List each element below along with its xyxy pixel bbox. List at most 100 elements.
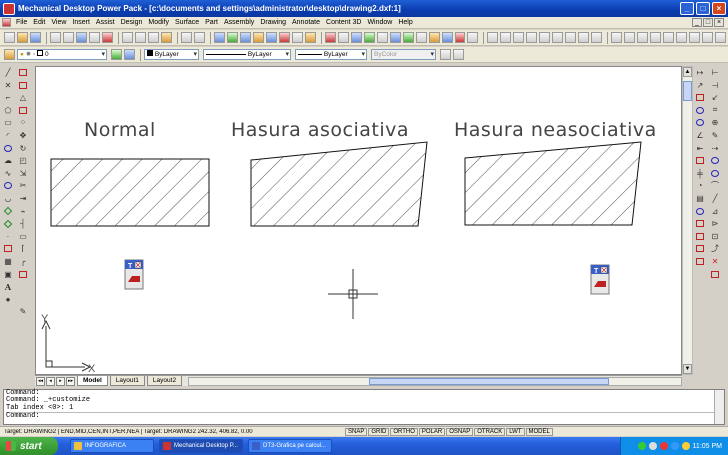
copy-icon[interactable] xyxy=(134,32,146,43)
insert-block-icon[interactable] xyxy=(2,206,14,217)
tab-model[interactable]: Model xyxy=(77,376,108,386)
dim-radius-icon[interactable] xyxy=(650,32,662,43)
snap-toggle[interactable]: SNAP xyxy=(345,427,368,436)
scroll-down-icon[interactable]: ▼ xyxy=(683,364,692,374)
quick-dim-icon[interactable]: ⇤ xyxy=(694,143,706,154)
tab-prev-button[interactable]: ◂ xyxy=(46,376,55,386)
zoom-extents-icon[interactable] xyxy=(591,32,603,43)
dim-baseline-tool-icon[interactable]: ⊢ xyxy=(709,67,721,78)
horizontal-scroll-thumb[interactable] xyxy=(369,377,610,385)
dim-aligned-icon[interactable] xyxy=(624,32,636,43)
grid-toggle[interactable]: GRID xyxy=(368,427,390,436)
lwt-toggle[interactable]: LWT xyxy=(506,427,525,436)
ellipse-icon[interactable] xyxy=(2,180,14,191)
make-block-icon[interactable] xyxy=(2,218,14,229)
linetype-dropdown[interactable]: ByLayer xyxy=(203,49,291,60)
task-dt3[interactable]: DT3-Grafica pe calcul... xyxy=(248,439,332,453)
menu-window[interactable]: Window xyxy=(364,19,395,26)
zoom-scale-icon[interactable] xyxy=(526,32,538,43)
menu-content-3d[interactable]: Content 3D xyxy=(323,19,364,26)
command-scrollbar[interactable] xyxy=(714,390,724,424)
menu-annotate[interactable]: Annotate xyxy=(289,19,323,26)
circle-tool-icon[interactable] xyxy=(709,155,721,166)
open-icon[interactable] xyxy=(16,32,28,43)
cross-icon[interactable]: ✕ xyxy=(709,256,721,267)
center-mark-icon[interactable]: ⊕ xyxy=(709,117,721,128)
signature-icon[interactable]: ✎ xyxy=(17,306,29,317)
join-icon[interactable]: ▭ xyxy=(17,231,29,242)
trim-icon[interactable]: ✂ xyxy=(17,180,29,191)
menu-assembly[interactable]: Assembly xyxy=(221,19,257,26)
hatch-icon[interactable] xyxy=(324,32,336,43)
erase-icon[interactable] xyxy=(17,67,29,78)
close-button[interactable]: × xyxy=(712,2,726,15)
mirror-icon[interactable]: △ xyxy=(17,92,29,103)
dim-aligned-tool-icon[interactable]: ↗ xyxy=(694,80,706,91)
menu-part[interactable]: Part xyxy=(202,19,221,26)
update-icon[interactable] xyxy=(681,442,690,450)
break-point-icon[interactable]: ⌁ xyxy=(17,206,29,217)
dim-ordinate-tool-icon[interactable] xyxy=(694,92,706,103)
hatch-tool-icon[interactable] xyxy=(2,243,14,254)
new-icon[interactable] xyxy=(4,32,15,43)
vertical-scrollbar[interactable]: ▲ ▼ xyxy=(682,66,693,375)
print-icon[interactable] xyxy=(49,32,61,43)
model-toggle[interactable]: MODEL xyxy=(525,427,553,436)
dim-baseline-icon[interactable] xyxy=(689,32,701,43)
markup-icon[interactable] xyxy=(291,32,303,43)
dim-linear-icon[interactable] xyxy=(611,32,623,43)
polygon-icon[interactable]: ⬠ xyxy=(2,105,14,116)
polar-toggle[interactable]: POLAR xyxy=(418,427,446,436)
dim-diameter-icon[interactable] xyxy=(663,32,675,43)
undo-icon[interactable] xyxy=(180,32,192,43)
doc-minimize-button[interactable]: _ xyxy=(692,18,702,27)
menu-edit[interactable]: Edit xyxy=(30,19,48,26)
menu-file[interactable]: File xyxy=(13,19,30,26)
zoom-realtime-icon[interactable] xyxy=(226,32,238,43)
explode-icon[interactable] xyxy=(17,269,29,280)
hatch-non-associative[interactable] xyxy=(464,141,642,226)
doc-icon[interactable] xyxy=(2,18,11,27)
menu-help[interactable]: Help xyxy=(395,19,415,26)
surface-icon[interactable]: ⌒ xyxy=(709,180,721,191)
menu-assist[interactable]: Assist xyxy=(93,19,118,26)
osnap-toggle[interactable]: OSNAP xyxy=(446,427,474,436)
antivirus-icon[interactable] xyxy=(659,442,668,450)
otrack-toggle[interactable]: OTRACK xyxy=(474,427,506,436)
tolerance-icon[interactable]: ⌗ xyxy=(709,105,721,116)
text-icon[interactable] xyxy=(350,32,362,43)
make-current-icon[interactable] xyxy=(111,49,122,60)
edit-feature-icon[interactable]: ⤴ xyxy=(709,243,721,254)
menu-view[interactable]: View xyxy=(48,19,69,26)
zoom-in-icon[interactable] xyxy=(552,32,564,43)
multiline-text-icon[interactable]: A xyxy=(2,281,14,292)
weld-icon[interactable]: ⊳ xyxy=(709,218,721,229)
save-icon[interactable] xyxy=(29,32,41,43)
minimize-button[interactable]: _ xyxy=(680,2,694,15)
task-infografica[interactable]: INFOGRAFICA xyxy=(70,439,154,453)
table-tool-icon[interactable]: ▤ xyxy=(694,193,706,204)
menu-surface[interactable]: Surface xyxy=(172,19,202,26)
polyline-icon[interactable]: ⌐ xyxy=(2,92,14,103)
horizontal-scrollbar[interactable] xyxy=(188,376,682,386)
tab-layout2[interactable]: Layout2 xyxy=(146,376,183,386)
zoom-previous-icon[interactable] xyxy=(500,32,512,43)
parts-list-icon[interactable]: ╱ xyxy=(709,193,721,204)
find-icon[interactable] xyxy=(88,32,100,43)
stretch-icon[interactable]: ⇲ xyxy=(17,168,29,179)
line-icon[interactable]: ╱ xyxy=(2,67,14,78)
balloon-icon[interactable]: ◔ xyxy=(694,180,706,191)
scale-icon[interactable]: ◰ xyxy=(17,155,29,166)
chamfer-icon[interactable]: ⌈ xyxy=(17,243,29,254)
revcloud-icon[interactable]: ☁ xyxy=(2,155,14,166)
offset-icon[interactable] xyxy=(17,105,29,116)
annotation-icon[interactable] xyxy=(694,218,706,229)
hatch-associative[interactable] xyxy=(250,141,428,227)
mtext-icon-1[interactable]: T xyxy=(124,259,144,290)
tab-first-button[interactable]: ◂◂ xyxy=(36,376,45,386)
plotstyle-dropdown[interactable]: ByColor xyxy=(371,49,436,60)
maximize-button[interactable]: □ xyxy=(696,2,710,15)
scroll-up-icon[interactable]: ▲ xyxy=(683,67,692,77)
leader-icon[interactable]: ↙ xyxy=(709,92,721,103)
dim-ordinate-icon[interactable] xyxy=(637,32,649,43)
